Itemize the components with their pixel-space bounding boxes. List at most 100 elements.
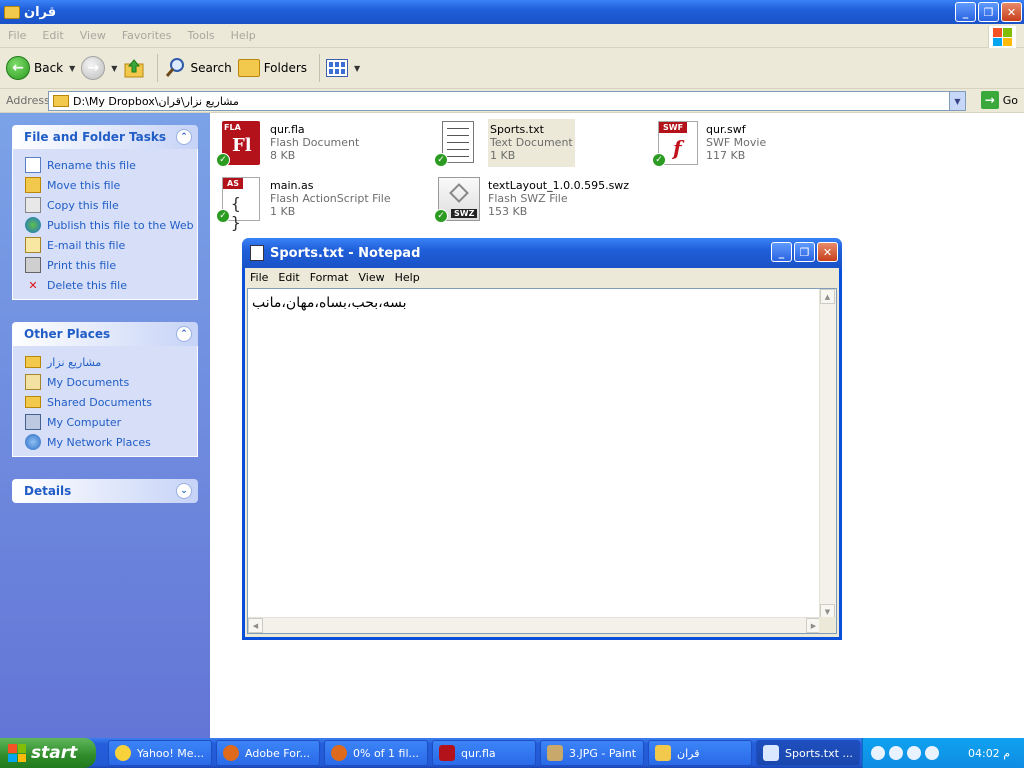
file-item[interactable]: SWF f ✓ qur.swf SWF Movie 117 KB — [652, 119, 766, 167]
taskbar-button-flash[interactable]: qur.fla — [432, 740, 536, 766]
file-item[interactable]: FLA Fl ✓ qur.fla Flash Document 8 KB — [216, 119, 359, 167]
menu-view[interactable]: View — [72, 29, 114, 42]
place-my-computer[interactable]: My Computer — [25, 412, 197, 432]
tray-chevron-icon[interactable] — [871, 746, 885, 760]
task-print[interactable]: Print this file — [25, 255, 197, 275]
start-button[interactable]: start — [0, 738, 96, 768]
notepad-icon — [250, 245, 264, 261]
search-button[interactable]: Search — [164, 52, 232, 84]
windows-flag-icon — [8, 744, 26, 762]
clock[interactable]: 04:02 م — [968, 747, 1010, 760]
notepad-menu-file[interactable]: File — [245, 271, 273, 284]
details-header[interactable]: Details ⌄ — [12, 479, 198, 503]
explorer-title-bar[interactable]: قران _ ❐ ✕ — [0, 0, 1024, 24]
paint-icon — [547, 745, 563, 761]
firefox-icon — [223, 745, 239, 761]
up-button[interactable] — [123, 52, 145, 84]
taskbar-button-download[interactable]: 0% of 1 fil... — [324, 740, 428, 766]
folders-button[interactable]: Folders — [237, 52, 308, 84]
tray-network-icon[interactable] — [907, 746, 921, 760]
go-arrow-icon: → — [980, 91, 999, 109]
scroll-up-icon[interactable]: ▲ — [820, 289, 835, 304]
task-publish[interactable]: Publish this file to the Web — [25, 215, 197, 235]
notepad-menu-format[interactable]: Format — [305, 271, 354, 284]
place-label: My Documents — [47, 375, 130, 389]
chevron-down-icon[interactable]: ▼ — [949, 92, 965, 110]
minimize-button[interactable]: _ — [955, 2, 976, 22]
horizontal-scrollbar[interactable]: ◀ ▶ — [248, 617, 821, 633]
file-item[interactable]: AS{ } ✓ main.as Flash ActionScript File … — [216, 175, 391, 232]
collapse-icon[interactable]: ⌃ — [176, 129, 192, 145]
resize-grip-icon[interactable] — [819, 617, 836, 633]
task-move[interactable]: Move this file — [25, 175, 197, 195]
notepad-menu-view[interactable]: View — [354, 271, 390, 284]
taskbar-button-explorer[interactable]: قران — [648, 740, 752, 766]
notepad-title-bar[interactable]: Sports.txt - Notepad _ ❐ ✕ — [242, 238, 842, 268]
close-button[interactable]: ✕ — [817, 242, 838, 262]
file-folder-tasks-panel: File and Folder Tasks ⌃ Rename this file… — [12, 125, 198, 300]
windows-logo-icon — [988, 26, 1016, 48]
chevron-down-icon[interactable]: ▼ — [69, 64, 75, 73]
address-input[interactable]: D:\My Dropbox\مشاريع نزار\قران ▼ — [48, 91, 966, 111]
taskbar-button-adobe[interactable]: Adobe For... — [216, 740, 320, 766]
standard-toolbar: ← Back ▼ → ▼ Search Folders ▼ — [0, 48, 1024, 89]
taskbar-button-notepad[interactable]: Sports.txt ... — [756, 740, 860, 766]
file-type: Flash Document — [270, 136, 360, 149]
taskbar-label: Yahoo! Me... — [137, 746, 205, 760]
file-name: qur.swf — [706, 123, 746, 136]
maximize-button[interactable]: ❐ — [794, 242, 815, 262]
folder-icon — [4, 5, 20, 19]
folders-label: Folders — [263, 61, 308, 75]
task-delete[interactable]: ✕ Delete this file — [25, 275, 197, 295]
delete-icon: ✕ — [28, 278, 38, 292]
chevron-down-icon[interactable]: ▼ — [111, 64, 117, 73]
flash-icon — [439, 745, 455, 761]
minimize-button[interactable]: _ — [771, 242, 792, 262]
move-icon — [25, 177, 41, 193]
expand-icon[interactable]: ⌄ — [176, 483, 192, 499]
task-label: Print this file — [47, 258, 117, 272]
vertical-scrollbar[interactable]: ▲ ▼ — [819, 289, 836, 619]
task-label: Publish this file to the Web — [47, 218, 194, 232]
menu-tools[interactable]: Tools — [180, 29, 223, 42]
place-my-network[interactable]: My Network Places — [25, 432, 197, 452]
task-copy[interactable]: Copy this file — [25, 195, 197, 215]
views-button[interactable]: ▼ — [326, 52, 360, 84]
taskbar-button-paint[interactable]: 3.JPG - Paint — [540, 740, 644, 766]
tray-messenger-icon[interactable] — [889, 746, 903, 760]
taskbar-label: قران — [677, 746, 700, 760]
tray-dropbox-icon[interactable] — [925, 746, 939, 760]
place-my-documents[interactable]: My Documents — [25, 372, 197, 392]
scroll-left-icon[interactable]: ◀ — [248, 618, 263, 633]
back-label: Back — [34, 61, 64, 75]
file-item-selected[interactable]: ✓ Sports.txt Text Document 1 KB — [434, 119, 575, 167]
menu-edit[interactable]: Edit — [34, 29, 71, 42]
taskbar-button-yahoo[interactable]: Yahoo! Me... — [108, 740, 212, 766]
place-parent-folder[interactable]: مشاريع نزار — [25, 352, 197, 372]
file-size: 117 KB — [706, 149, 746, 162]
file-name: qur.fla — [270, 123, 305, 136]
maximize-button[interactable]: ❐ — [978, 2, 999, 22]
menu-favorites[interactable]: Favorites — [114, 29, 180, 42]
task-rename[interactable]: Rename this file — [25, 155, 197, 175]
notepad-menu-edit[interactable]: Edit — [273, 271, 304, 284]
forward-button[interactable]: → ▼ — [81, 52, 117, 84]
yahoo-messenger-icon — [115, 745, 131, 761]
notepad-text-area[interactable]: بسه،بحب،بساه،مهان،مانب ▲ ▼ ◀ ▶ — [247, 288, 837, 634]
other-places-header[interactable]: Other Places ⌃ — [12, 322, 198, 346]
swz-icon: SWZ ✓ — [434, 175, 482, 223]
place-shared-documents[interactable]: Shared Documents — [25, 392, 197, 412]
collapse-icon[interactable]: ⌃ — [176, 326, 192, 342]
folder-icon — [655, 745, 671, 761]
chevron-down-icon[interactable]: ▼ — [354, 64, 360, 73]
menu-file[interactable]: File — [0, 29, 34, 42]
notepad-menu-help[interactable]: Help — [390, 271, 425, 284]
back-button[interactable]: ← Back ▼ — [6, 52, 75, 84]
file-folder-tasks-header[interactable]: File and Folder Tasks ⌃ — [12, 125, 198, 149]
menu-help[interactable]: Help — [223, 29, 264, 42]
task-email[interactable]: E-mail this file — [25, 235, 197, 255]
copy-icon — [25, 197, 41, 213]
close-button[interactable]: ✕ — [1001, 2, 1022, 22]
go-button[interactable]: → Go — [980, 91, 1018, 109]
file-item[interactable]: SWZ ✓ textLayout_1.0.0.595.swz Flash SWZ… — [434, 175, 629, 223]
